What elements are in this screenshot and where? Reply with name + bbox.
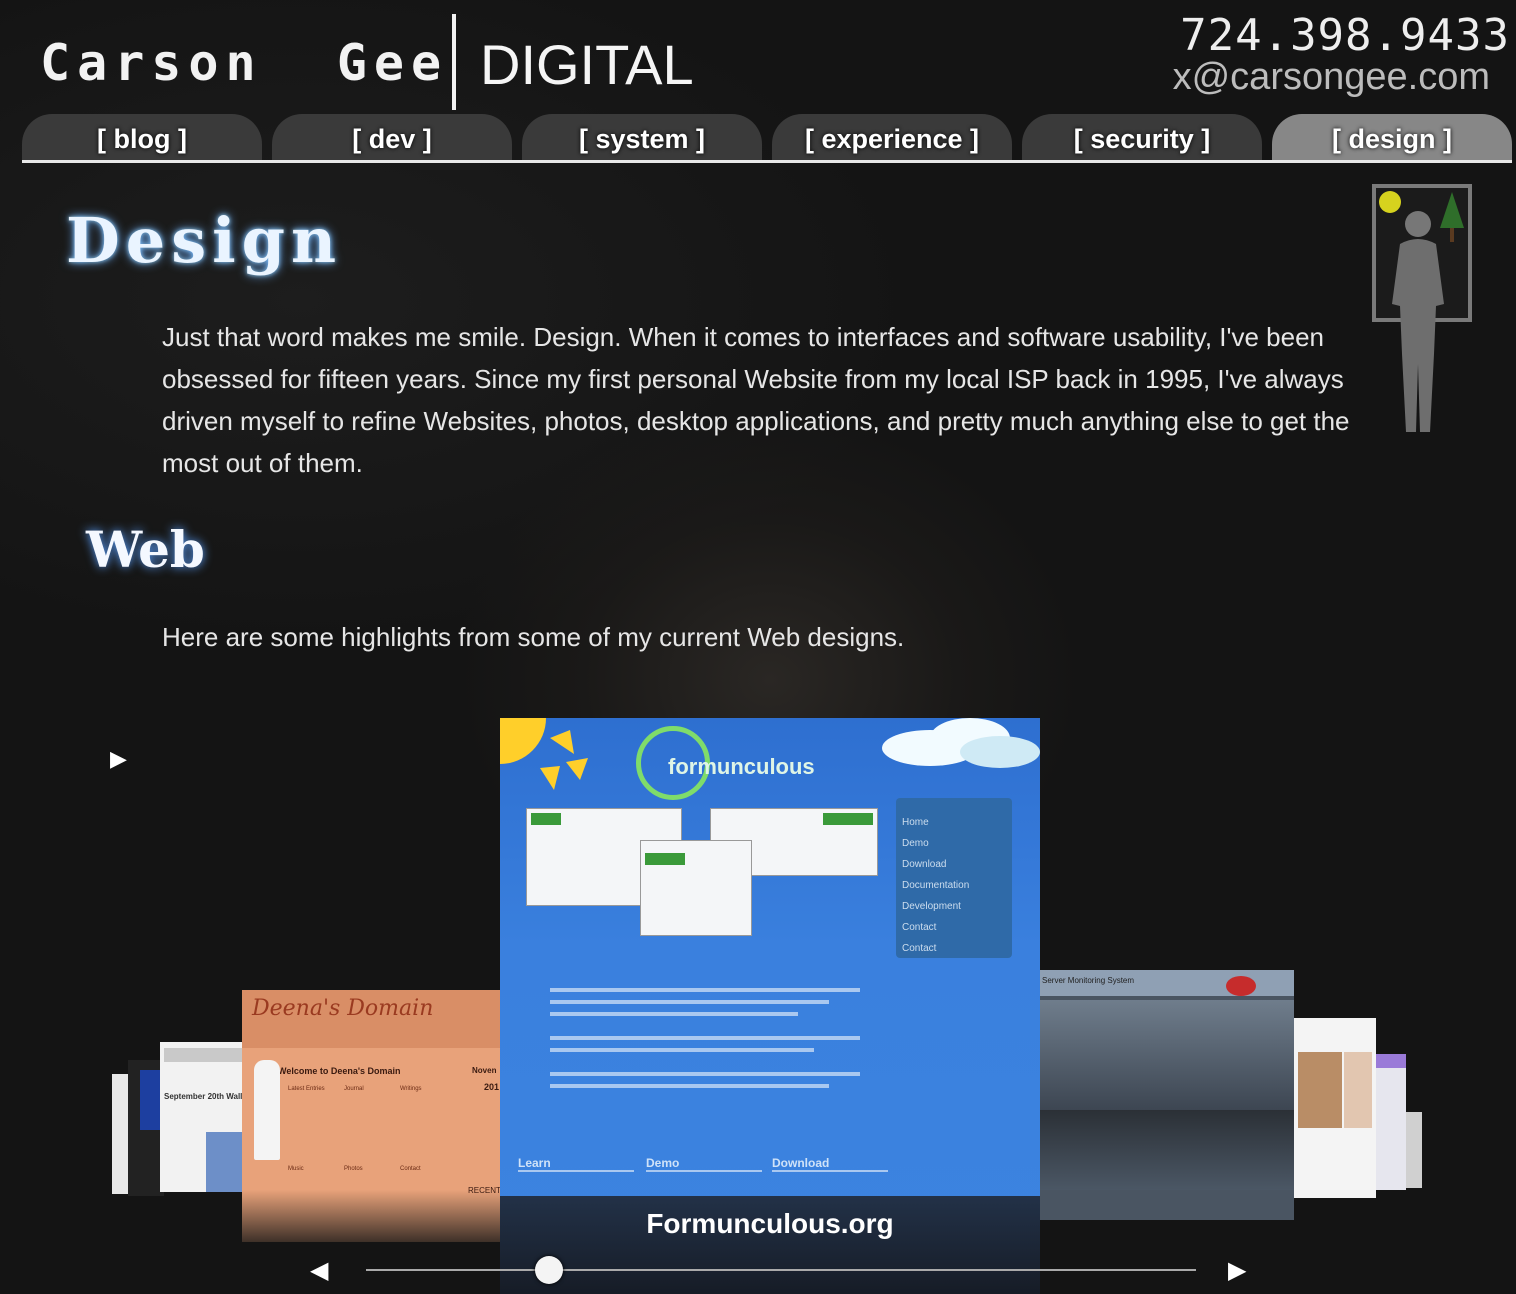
tab-experience[interactable]: [ experience ] bbox=[772, 114, 1012, 162]
carousel-card[interactable] bbox=[128, 1060, 164, 1196]
carousel-card-wallpaper[interactable]: September 20th Wallpa bbox=[160, 1042, 250, 1192]
intro-paragraph: Just that word makes me smile. Design. W… bbox=[162, 322, 1350, 478]
menu-item[interactable]: Development bbox=[902, 896, 1006, 917]
carousel-card-monitoring[interactable]: Server Monitoring System bbox=[1040, 970, 1294, 1220]
main-nav: [ blog ] [ dev ] [ system ] [ experience… bbox=[22, 114, 1512, 162]
web-paragraph: Here are some highlights from some of my… bbox=[162, 622, 905, 652]
play-icon[interactable]: ▶ bbox=[110, 746, 127, 772]
prev-arrow-icon[interactable]: ◀ bbox=[310, 1256, 328, 1285]
next-arrow-icon[interactable]: ▶ bbox=[1228, 1256, 1246, 1285]
carousel-slider-track[interactable] bbox=[366, 1269, 1196, 1271]
card-col: Photos bbox=[344, 1166, 363, 1172]
brand-digital[interactable]: DIGITAL bbox=[480, 32, 694, 97]
card-side: Noven bbox=[472, 1066, 497, 1075]
body-text-block bbox=[550, 980, 860, 1130]
card-banner: Deena's Domain bbox=[252, 996, 434, 1021]
card-col: Latest Entries bbox=[288, 1086, 325, 1092]
footer-heading: Demo bbox=[646, 1156, 680, 1170]
carousel-card[interactable] bbox=[1294, 1018, 1376, 1198]
menu-item[interactable]: Contact bbox=[902, 938, 1006, 959]
cloud-icon bbox=[882, 718, 1040, 768]
brand-divider bbox=[452, 14, 456, 110]
menu-item[interactable]: Demo bbox=[902, 833, 1006, 854]
carousel-slider-thumb[interactable] bbox=[534, 1256, 563, 1284]
card-col: Contact bbox=[400, 1166, 421, 1172]
card-title: Server Monitoring System bbox=[1042, 976, 1135, 985]
sun-icon bbox=[500, 718, 588, 790]
carousel-card[interactable] bbox=[1376, 1054, 1406, 1190]
screenshot-thumb bbox=[640, 840, 752, 936]
menu-item[interactable]: Download bbox=[902, 854, 1006, 875]
section-heading-web: Web bbox=[86, 520, 205, 579]
footer-heading: Learn bbox=[518, 1156, 551, 1170]
footer-heading: Download bbox=[772, 1156, 830, 1170]
phone-number: 724.398.9433 bbox=[1180, 10, 1510, 61]
nav-underline bbox=[22, 160, 1512, 163]
email-link[interactable]: x@carsongee.com bbox=[1173, 56, 1490, 99]
side-menu: Home Demo Download Documentation Develop… bbox=[896, 798, 1012, 958]
menu-item[interactable]: Documentation bbox=[902, 875, 1006, 896]
card-welcome: Welcome to Deena's Domain bbox=[278, 1066, 401, 1076]
card-col: Music bbox=[288, 1166, 304, 1172]
card-col: Writings bbox=[400, 1086, 422, 1092]
tab-system[interactable]: [ system ] bbox=[522, 114, 762, 162]
tab-blog[interactable]: [ blog ] bbox=[22, 114, 262, 162]
card-side-year: 201 bbox=[484, 1082, 500, 1092]
carousel-card[interactable] bbox=[1406, 1112, 1422, 1188]
menu-item[interactable]: Contact bbox=[902, 917, 1006, 938]
brand-name[interactable]: Carson Gee bbox=[40, 34, 448, 92]
card-heading: September 20th Wallpa bbox=[164, 1092, 250, 1101]
tab-design[interactable]: [ design ] bbox=[1272, 114, 1512, 162]
menu-item[interactable]: Home bbox=[902, 812, 1006, 833]
tab-dev[interactable]: [ dev ] bbox=[272, 114, 512, 162]
tab-security[interactable]: [ security ] bbox=[1022, 114, 1262, 162]
framed-silhouette-icon bbox=[1372, 184, 1472, 432]
carousel-card-deena[interactable]: Deena's Domain Welcome to Deena's Domain… bbox=[242, 990, 502, 1242]
logo-text: formunculous bbox=[668, 754, 815, 779]
page-title: Design bbox=[66, 204, 343, 277]
carousel-caption: Formunculous.org bbox=[646, 1208, 894, 1239]
card-col: Journal bbox=[344, 1086, 364, 1092]
